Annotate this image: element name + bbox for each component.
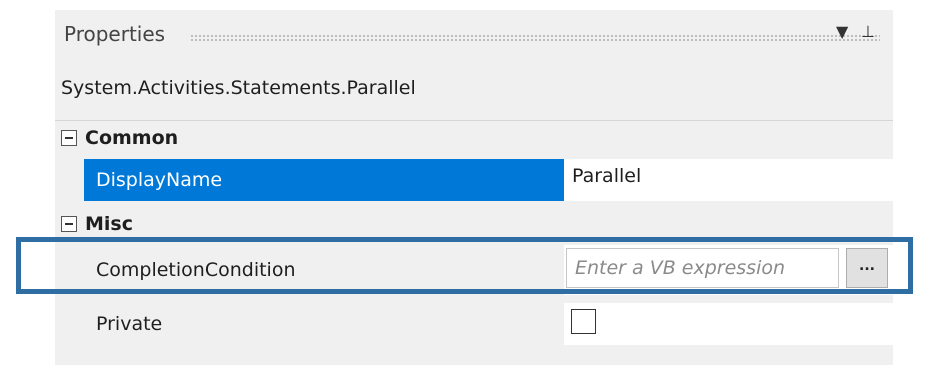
property-name[interactable]: Private bbox=[84, 303, 564, 345]
property-value-cell[interactable]: Parallel bbox=[564, 159, 893, 201]
property-value-cell: ... bbox=[564, 245, 893, 295]
property-value-cell bbox=[564, 303, 893, 345]
property-name-label: DisplayName bbox=[96, 169, 223, 191]
auto-hide-pin-icon[interactable]: ⊥ bbox=[861, 22, 875, 41]
properties-panel: Properties ▼ ⊥ System.Activities.Stateme… bbox=[55, 10, 893, 365]
property-name-label: Private bbox=[96, 313, 163, 335]
category-label: Misc bbox=[85, 213, 133, 235]
expression-editor-button[interactable]: ... bbox=[846, 248, 888, 288]
collapse-common-icon[interactable] bbox=[61, 130, 77, 146]
category-label: Common bbox=[85, 127, 179, 149]
property-row-private[interactable]: Private bbox=[84, 303, 893, 345]
property-row-displayname[interactable]: DisplayName Parallel bbox=[84, 159, 893, 201]
category-common: Common bbox=[55, 123, 893, 159]
private-checkbox[interactable] bbox=[571, 309, 596, 334]
property-name-label: CompletionCondition bbox=[96, 259, 296, 281]
selected-object-type: System.Activities.Statements.Parallel bbox=[55, 62, 893, 121]
category-misc: Misc bbox=[55, 209, 893, 245]
object-type-label: System.Activities.Statements.Parallel bbox=[61, 77, 416, 99]
collapse-misc-icon[interactable] bbox=[61, 216, 77, 232]
displayname-value[interactable]: Parallel bbox=[572, 165, 641, 187]
property-row-completioncondition[interactable]: CompletionCondition ... bbox=[84, 245, 893, 295]
window-position-dropdown-icon[interactable]: ▼ bbox=[836, 22, 848, 41]
panel-title: Properties bbox=[64, 22, 166, 46]
panel-title-bar[interactable]: Properties ▼ ⊥ bbox=[55, 10, 893, 60]
title-bar-grip[interactable] bbox=[190, 34, 880, 42]
vb-expression-input[interactable] bbox=[566, 248, 839, 288]
property-name[interactable]: CompletionCondition bbox=[84, 245, 564, 295]
property-name[interactable]: DisplayName bbox=[84, 159, 564, 201]
